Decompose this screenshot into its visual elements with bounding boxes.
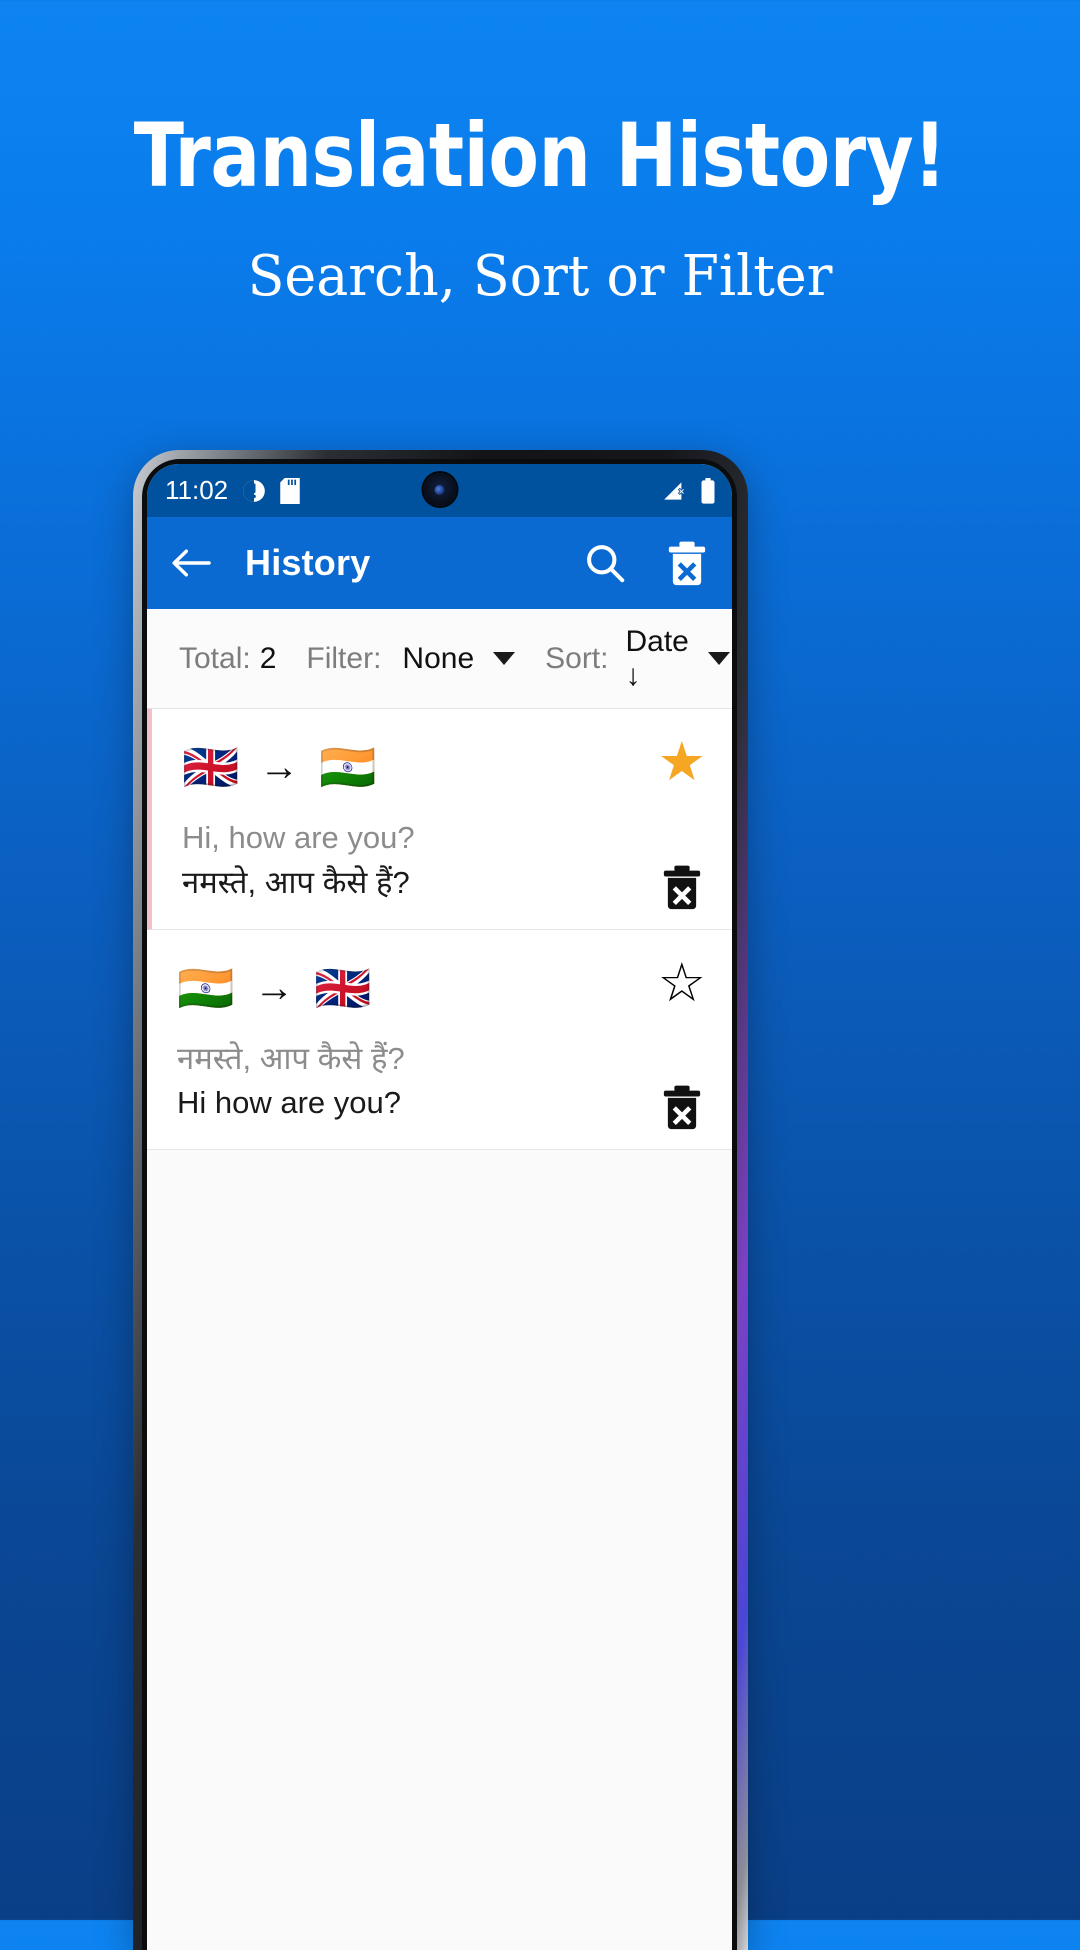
- target-flag-icon: 🇮🇳: [319, 741, 377, 793]
- source-flag-icon: 🇮🇳: [177, 961, 235, 1014]
- app-bar-actions: [582, 540, 708, 586]
- filter-label: Filter:: [306, 641, 382, 675]
- promo-banner: Translation History! Search, Sort or Fil…: [0, 0, 1080, 310]
- total-count-group: Total: 2: [179, 642, 276, 676]
- source-text: Hi, how are you?: [182, 820, 415, 855]
- page-title: History: [245, 542, 371, 583]
- language-pair: 🇬🇧 → 🇮🇳: [182, 737, 706, 797]
- promo-subtitle: Search, Sort or Filter: [247, 244, 833, 309]
- source-flag-icon: 🇬🇧: [182, 741, 240, 793]
- status-bar: 11:02: [147, 464, 732, 517]
- status-bar-clock: 11:02: [165, 475, 229, 505]
- history-list: 🇬🇧 → 🇮🇳 Hi, how are you? नमस्ते, आप कैसे…: [147, 709, 732, 1150]
- history-item[interactable]: 🇮🇳 → 🇬🇧 नमस्ते, आप कैसे हैं? Hi how are …: [147, 929, 732, 1150]
- total-label: Total:: [179, 641, 251, 675]
- search-icon[interactable]: [582, 540, 628, 586]
- battery-icon: [700, 477, 716, 504]
- favorite-star-icon[interactable]: ☆: [658, 956, 706, 1010]
- status-bar-left: 11:02: [165, 475, 300, 506]
- delete-item-icon[interactable]: [661, 863, 703, 911]
- history-item[interactable]: 🇬🇧 → 🇮🇳 Hi, how are you? नमस्ते, आप कैसे…: [147, 709, 732, 930]
- arrow-right-icon: →: [254, 965, 295, 1010]
- sort-dropdown[interactable]: Sort: Date ↓: [545, 625, 730, 693]
- back-button[interactable]: [169, 543, 213, 583]
- chevron-down-icon: [707, 652, 730, 665]
- target-flag-icon: 🇬🇧: [314, 961, 372, 1014]
- promo-title: Translation History!: [133, 104, 947, 207]
- sort-label: Sort:: [545, 641, 609, 675]
- delete-item-icon[interactable]: [661, 1083, 703, 1131]
- translated-text: नमस्ते, आप कैसे हैं?: [182, 864, 410, 900]
- translated-text: Hi how are you?: [177, 1085, 402, 1121]
- chevron-down-icon: [493, 652, 516, 665]
- source-text: नमस्ते, आप कैसे हैं?: [177, 1040, 405, 1076]
- filter-bar: Total: 2 Filter: None Sort: Date ↓: [147, 609, 732, 709]
- no-signal-icon: [662, 478, 690, 504]
- phone-mockup: 11:02 History Total: 2 Filter: None Sort…: [133, 450, 748, 1950]
- phone-screen: 11:02 History Total: 2 Filter: None Sort…: [147, 464, 732, 1950]
- delete-all-icon[interactable]: [666, 540, 708, 586]
- status-bar-right: [662, 477, 716, 504]
- sort-value: Date ↓: [625, 624, 689, 692]
- history-item-actions: ☆: [658, 956, 706, 1132]
- do-not-disturb-icon: [241, 478, 267, 504]
- total-value: 2: [259, 641, 277, 675]
- front-camera-punchhole: [423, 473, 456, 506]
- language-pair: 🇮🇳 → 🇬🇧: [177, 958, 706, 1018]
- arrow-right-icon: →: [259, 745, 300, 789]
- sd-card-icon: [280, 477, 300, 504]
- filter-dropdown[interactable]: Filter: None: [306, 641, 516, 676]
- filter-value: None: [402, 641, 475, 675]
- app-bar: History: [147, 517, 732, 609]
- history-item-actions: ★: [658, 735, 706, 911]
- favorite-star-icon[interactable]: ★: [658, 735, 706, 789]
